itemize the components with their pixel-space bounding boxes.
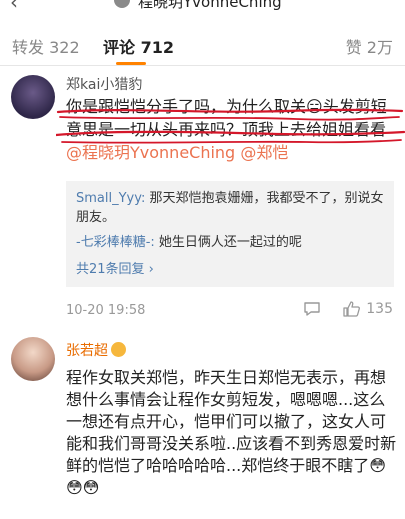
emoji-icon: 😑 <box>306 97 323 116</box>
reply-box: Small_Yyy: 那天郑恺抱袁姗姗，我都受不了，别说女朋友。 -七彩棒棒糖-… <box>66 181 394 287</box>
reply-text: 她生日俩人还一起过的呢 <box>158 235 302 250</box>
reply-item[interactable]: Small_Yyy: 那天郑恺抱袁姗姗，我都受不了，别说女朋友。 <box>76 189 384 227</box>
comment-timestamp: 10-20 19:58 <box>66 303 146 318</box>
tab-bar: 转发 322 评论 712 赞 2万 <box>0 28 405 66</box>
like-count: 135 <box>366 301 393 317</box>
like-button[interactable]: 135 <box>343 301 393 317</box>
mention-link[interactable]: @郑恺 <box>240 143 288 162</box>
tab-like[interactable]: 赞 2万 <box>346 34 393 58</box>
active-tab-indicator <box>116 62 146 65</box>
reply-bubble-icon[interactable] <box>303 301 321 317</box>
back-arrow-icon[interactable]: ‹ <box>10 0 18 14</box>
tab-comment[interactable]: 评论 712 <box>103 34 174 58</box>
author-avatar[interactable] <box>114 0 130 8</box>
reply-username[interactable]: Small_Yyy: <box>76 191 145 206</box>
commenter-avatar[interactable] <box>11 337 55 381</box>
comment-username[interactable]: 郑kai小猎豹 <box>66 74 142 94</box>
comment-text-part: 你是跟恺恺分手了吗，为什么取关 <box>66 97 307 116</box>
more-replies-link[interactable]: 共21条回复 › <box>76 258 384 277</box>
comment-text: 你是跟恺恺分手了吗，为什么取关😑头发剪短意思是一切从头再来吗？顶我上去给姐姐看看… <box>66 95 400 164</box>
top-bar: ‹ 程晓玥YvonneChing <box>0 0 405 14</box>
comment-username[interactable]: 张若超 <box>66 340 126 360</box>
thumbs-up-icon <box>343 301 361 317</box>
comment-text: 程作女取关郑恺，昨天生日郑恺无表示，再想想什么事情会让程作女剪短发，嗯嗯嗯...… <box>66 368 397 497</box>
page-title: 程晓玥YvonneChing <box>138 0 282 11</box>
tab-repost[interactable]: 转发 322 <box>12 34 80 58</box>
comment-actions: 135 <box>303 301 393 317</box>
fan-badge-icon <box>111 342 126 357</box>
comment-username-text[interactable]: 张若超 <box>66 343 108 359</box>
reply-username[interactable]: -七彩棒棒糖-: <box>76 235 155 250</box>
reply-item[interactable]: -七彩棒棒糖-: 她生日俩人还一起过的呢 <box>76 233 384 252</box>
commenter-avatar[interactable] <box>11 75 55 119</box>
mention-link[interactable]: @程晓玥YvonneChing <box>66 143 235 162</box>
